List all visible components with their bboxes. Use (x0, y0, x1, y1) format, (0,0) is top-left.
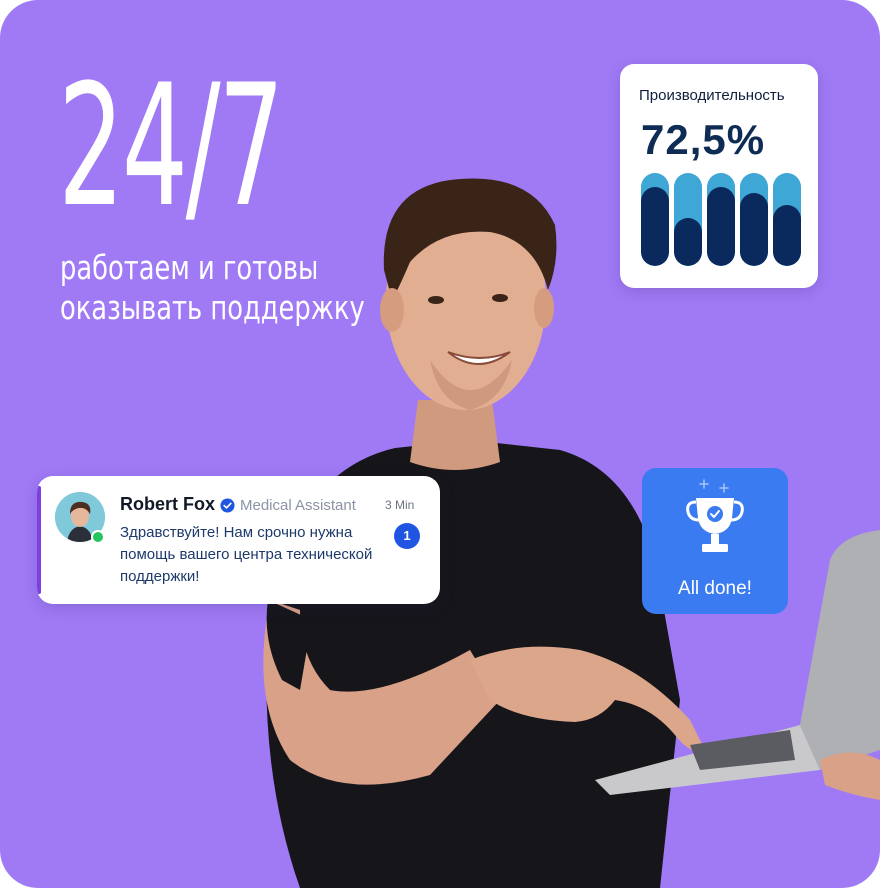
trophy-icon (686, 479, 744, 552)
productivity-bar-fill (707, 187, 735, 266)
productivity-bar (674, 173, 702, 266)
productivity-card: Производительность 72,5% (620, 64, 818, 288)
productivity-bar (773, 173, 801, 266)
verified-check-icon (220, 498, 235, 513)
promo-banner: 24/7 работаем и готовы оказывать поддерж… (0, 0, 880, 888)
sender-role: Medical Assistant (240, 497, 356, 514)
message-time: 3 Min (385, 498, 415, 512)
productivity-value: 72,5% (641, 116, 766, 163)
chat-accent-bar (37, 486, 41, 594)
subtitle-line-2: оказывать поддержку (60, 288, 365, 327)
productivity-bar (707, 173, 735, 266)
productivity-bar-fill (740, 193, 768, 266)
headline-subtitle: работаем и готовы оказывать поддержку (60, 248, 365, 328)
productivity-title: Производительность (639, 87, 785, 104)
online-status-dot (91, 530, 105, 544)
productivity-bar (740, 173, 768, 266)
productivity-bar-fill (641, 187, 669, 266)
chat-notification-card[interactable]: Robert Fox Medical Assistant 3 Min Здрав… (37, 476, 440, 604)
productivity-bar-fill (773, 205, 801, 266)
productivity-bars (641, 173, 801, 266)
unread-count-badge: 1 (394, 523, 420, 549)
all-done-label: All done! (678, 578, 752, 599)
productivity-bar (641, 173, 669, 266)
subtitle-line-1: работаем и готовы (60, 248, 319, 287)
productivity-bar-fill (674, 218, 702, 266)
message-text: Здравствуйте! Нам срочно нужна помощь ва… (120, 524, 373, 585)
sender-name: Robert Fox (120, 494, 216, 514)
headline-24-7: 24/7 (58, 48, 284, 244)
all-done-card: All done! (642, 468, 788, 614)
